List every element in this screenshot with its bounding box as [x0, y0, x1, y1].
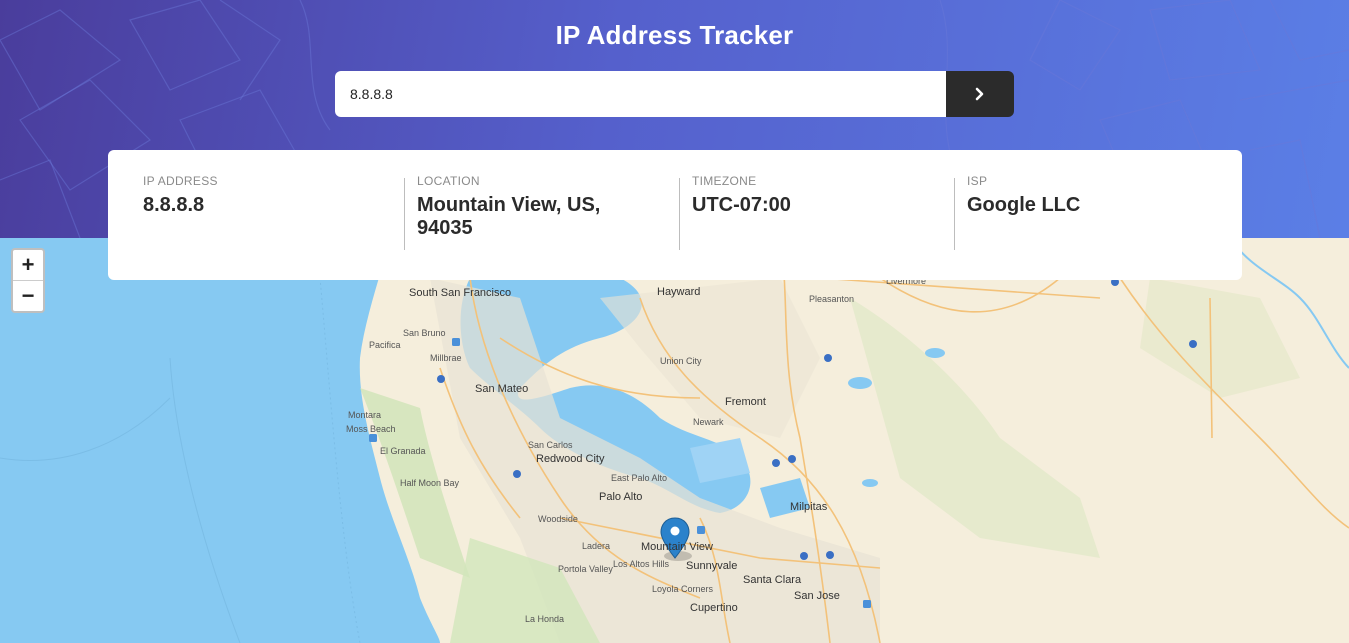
map-zoom-control: + −: [11, 248, 45, 313]
info-value: Mountain View, US, 94035: [417, 194, 601, 239]
map-label-portola-valley: Portola Valley: [558, 564, 613, 574]
chevron-right-icon: [975, 87, 984, 101]
map-label-woodside: Woodside: [538, 514, 578, 524]
ip-tracker-page: IP Address Tracker IP Address 8.8.8.8 Lo…: [0, 0, 1349, 643]
map-label-san-mateo: San Mateo: [475, 383, 529, 395]
map-label-millbrae: Millbrae: [430, 353, 462, 363]
info-value: UTC-07:00: [692, 194, 791, 216]
map-label-sunnyvale: Sunnyvale: [686, 560, 738, 572]
map-label-la-honda: La Honda: [525, 614, 565, 624]
map-label-redwood-city: Redwood City: [536, 453, 605, 465]
page-title: IP Address Tracker: [555, 20, 794, 50]
search-submit-button[interactable]: [946, 71, 1014, 117]
map-label-los-altos-hills: Los Altos Hills: [613, 559, 670, 569]
map-label-union-city: Union City: [660, 356, 702, 366]
map-label-milpitas: Milpitas: [790, 501, 828, 513]
info-label: IP Address: [143, 174, 218, 188]
map-label-hayward: Hayward: [657, 286, 701, 298]
map-label-montara: Montara: [348, 410, 382, 420]
info-label: Timezone: [692, 174, 757, 188]
info-location: Location Mountain View, US, 94035: [404, 174, 677, 280]
map-view[interactable]: South San Francisco San Bruno Pacifica M…: [0, 238, 1349, 643]
map-label-half-moon-bay: Half Moon Bay: [400, 478, 460, 488]
map-label-fremont: Fremont: [725, 396, 766, 408]
map-label-san-jose: San Jose: [794, 590, 840, 602]
map-label-east-palo-alto: East Palo Alto: [611, 473, 668, 483]
ip-search-input[interactable]: [335, 71, 946, 117]
map-label-san-bruno: San Bruno: [403, 328, 446, 338]
info-ip-address: IP Address 8.8.8.8: [108, 174, 402, 280]
map-label-newark: Newark: [693, 417, 724, 427]
map-label-pleasanton: Pleasanton: [809, 294, 855, 304]
map-label-moss-beach: Moss Beach: [346, 424, 396, 434]
map-tiles: [0, 238, 1349, 643]
zoom-out-button[interactable]: −: [13, 280, 43, 311]
map-label-mountain-view: Mountain View: [641, 541, 713, 553]
map-label-ladera: Ladera: [582, 541, 611, 551]
info-label: ISP: [967, 174, 988, 188]
info-timezone: Timezone UTC-07:00: [679, 174, 952, 280]
map-label-south-sf: South San Francisco: [409, 287, 512, 299]
info-isp: ISP Google LLC: [954, 174, 1227, 280]
ip-info-card: IP Address 8.8.8.8 Location Mountain Vie…: [108, 150, 1242, 280]
map-label-cupertino: Cupertino: [690, 602, 738, 614]
map-label-pacifica: Pacifica: [369, 340, 401, 350]
info-value: 8.8.8.8: [143, 194, 205, 216]
ip-search-form: [335, 71, 1014, 117]
info-label: Location: [417, 174, 480, 188]
map-label-palo-alto: Palo Alto: [599, 491, 643, 503]
map-label-loyola-corners: Loyola Corners: [652, 584, 714, 594]
map-label-santa-clara: Santa Clara: [743, 574, 802, 586]
map-label-san-carlos: San Carlos: [528, 440, 573, 450]
info-value: Google LLC: [967, 194, 1081, 216]
map-label-el-granada: El Granada: [380, 446, 426, 456]
zoom-in-button[interactable]: +: [13, 250, 43, 280]
